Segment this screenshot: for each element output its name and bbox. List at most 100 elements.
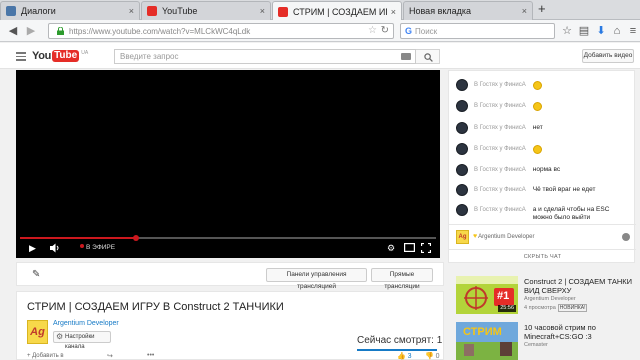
- avatar: [456, 122, 468, 134]
- chat-self-name: ♥Argentium Developer: [473, 233, 535, 240]
- close-icon[interactable]: ×: [522, 6, 527, 16]
- progress-bar[interactable]: [20, 235, 436, 241]
- share-icon[interactable]: ↪: [107, 352, 113, 360]
- hamburger-menu-icon[interactable]: [16, 52, 26, 63]
- related-video-channel[interactable]: Cemaster: [524, 342, 548, 348]
- gear-icon: ⚙: [56, 332, 64, 341]
- related-video[interactable]: #1 25:56 Construct 2 | СОЗДАЕМ ТАНКИ ВИД…: [456, 276, 636, 314]
- settings-gear-icon[interactable]: ⚙: [387, 243, 395, 253]
- dislike-button[interactable]: 👎 0: [425, 352, 440, 360]
- new-badge: НОВИНКА!: [557, 304, 588, 312]
- home-icon[interactable]: ⌂: [610, 24, 624, 38]
- channel-settings-button[interactable]: ⚙ Настройки канала: [53, 331, 111, 350]
- google-icon: G: [405, 26, 413, 36]
- like-count: 3: [407, 353, 412, 360]
- channel-avatar[interactable]: Ag: [27, 320, 48, 344]
- chat-author: В Гостях у ФинисА: [474, 125, 526, 131]
- search-placeholder: Введите запрос: [120, 52, 179, 61]
- browser-search-box[interactable]: G Поиск: [400, 23, 555, 39]
- chat-text: [532, 102, 542, 112]
- tab-youtube[interactable]: YouTube ×: [141, 1, 271, 20]
- keyboard-icon[interactable]: [401, 53, 411, 60]
- stream-action-bar: ✎ Панели управления трансляцией Прямые т…: [16, 262, 444, 290]
- chat-message: В Гостях у ФинисА: [456, 79, 542, 91]
- tab-dialogs[interactable]: Диалоги ×: [0, 1, 140, 20]
- browser-tab-bar: Диалоги × YouTube × СТРИМ | СОЗДАЕМ ИГРУ…: [0, 0, 640, 21]
- view-count: 4 просмотра: [524, 305, 556, 311]
- avatar: [456, 184, 468, 196]
- thumbnail-text: #1: [497, 290, 510, 302]
- forward-arrow-icon[interactable]: ▶: [24, 24, 38, 38]
- close-icon[interactable]: ×: [391, 7, 396, 17]
- youtube-header: You Tube UA Введите запрос Добавить виде…: [0, 43, 640, 69]
- add-video-button[interactable]: Добавить видео: [582, 49, 634, 63]
- progress-knob[interactable]: [133, 235, 140, 241]
- download-icon[interactable]: ⬇: [594, 24, 608, 38]
- chat-message: В Гостях у ФинисА нет: [456, 122, 543, 134]
- logo-region: UA: [81, 50, 89, 56]
- search-placeholder: Поиск: [415, 27, 438, 36]
- thumbnail-text: СТРИМ: [463, 326, 502, 338]
- browser-nav-bar: ◀ ▶ https://www.youtube.com/watch?v=MLCk…: [0, 20, 640, 42]
- chat-message: В Гостях у ФинисА а и сделай чтобы на ES…: [456, 204, 629, 222]
- related-video-channel[interactable]: Argentium Developer: [524, 296, 576, 302]
- chat-author: В Гостях у ФинисА: [474, 82, 526, 88]
- stream-dashboard-button[interactable]: Панели управления трансляцией: [266, 268, 367, 290]
- related-video[interactable]: СТРИМ 10 часовой стрим по Minecraft+CS:G…: [456, 322, 636, 360]
- menu-icon[interactable]: ≡: [626, 24, 640, 38]
- more-options-icon[interactable]: •••: [147, 352, 154, 359]
- bookmark-star-icon[interactable]: ☆: [368, 25, 377, 36]
- live-streams-button[interactable]: Прямые трансляции: [371, 268, 433, 290]
- channel-settings-label: Настройки канала: [65, 334, 95, 350]
- fullscreen-icon[interactable]: [420, 242, 432, 255]
- address-bar[interactable]: https://www.youtube.com/watch?v=MLCkWC4q…: [48, 23, 394, 39]
- tab-label: СТРИМ | СОЗДАЕМ ИГРУ В CONSTRUC...: [293, 6, 387, 17]
- related-video-title[interactable]: 10 часовой стрим по Minecraft+CS:GO :3: [524, 323, 636, 341]
- dislike-count: 0: [435, 353, 440, 360]
- video-thumbnail[interactable]: СТРИМ: [456, 322, 518, 360]
- chat-author: В Гостях у ФинисА: [474, 103, 526, 109]
- theater-mode-icon[interactable]: [404, 243, 416, 254]
- volume-icon[interactable]: [50, 243, 61, 255]
- close-icon[interactable]: ×: [260, 6, 265, 16]
- avatar: [456, 79, 468, 91]
- play-icon[interactable]: ▶: [29, 243, 36, 253]
- smiley-emoji-icon: [532, 145, 542, 154]
- avatar: [456, 164, 468, 176]
- video-player[interactable]: ▶ В ЭФИРЕ ⚙: [16, 70, 440, 258]
- back-arrow-icon[interactable]: ◀: [6, 24, 20, 38]
- close-icon[interactable]: ×: [129, 6, 134, 16]
- youtube-search-input[interactable]: Введите запрос: [114, 49, 416, 64]
- tab-label: YouTube: [162, 6, 198, 16]
- send-icon[interactable]: [622, 233, 630, 241]
- edit-pencil-icon[interactable]: ✎: [32, 269, 40, 280]
- channel-name-link[interactable]: Argentium Developer: [53, 320, 119, 327]
- add-to-button[interactable]: + Добавить в: [27, 353, 64, 359]
- video-duration: 25:56: [498, 305, 516, 312]
- related-video-title[interactable]: Construct 2 | СОЗДАЕМ ТАНКИ ВИД СВЕРХУ: [524, 277, 636, 295]
- tab-stream[interactable]: СТРИМ | СОЗДАЕМ ИГРУ В CONSTRUC... ×: [272, 1, 402, 21]
- new-tab-button[interactable]: +: [538, 2, 546, 16]
- bookmark-star-icon[interactable]: ☆: [560, 24, 574, 38]
- avatar: [456, 204, 468, 216]
- reading-list-icon[interactable]: ▤: [577, 24, 591, 38]
- chat-text: [532, 145, 542, 155]
- youtube-search-button[interactable]: [416, 49, 440, 64]
- youtube-logo[interactable]: You Tube UA: [32, 50, 88, 62]
- thumbs-down-icon: 👎: [425, 353, 434, 360]
- reload-icon[interactable]: ↻: [381, 25, 389, 36]
- chat-author: В Гостях у ФинисА: [474, 207, 526, 213]
- url-text: https://www.youtube.com/watch?v=MLCkWC4q…: [69, 27, 251, 36]
- thumbs-up-icon: 👍: [397, 353, 406, 360]
- hide-chat-button[interactable]: СКРЫТЬ ЧАТ: [449, 249, 636, 263]
- logo-you: You: [32, 50, 52, 62]
- like-button[interactable]: 👍 3: [397, 352, 412, 360]
- chat-self-name-text: Argentium Developer: [478, 234, 535, 240]
- video-thumbnail[interactable]: #1 25:56: [456, 276, 518, 314]
- add-to-label: Добавить в: [32, 353, 64, 359]
- chat-text: нет: [532, 124, 543, 131]
- chat-input-area[interactable]: Ag ♥Argentium Developer: [449, 224, 636, 248]
- chat-message: В Гостях у ФинисА норма вс: [456, 164, 560, 176]
- tab-new[interactable]: Новая вкладка ×: [403, 1, 533, 20]
- live-indicator: В ЭФИРЕ: [80, 244, 115, 251]
